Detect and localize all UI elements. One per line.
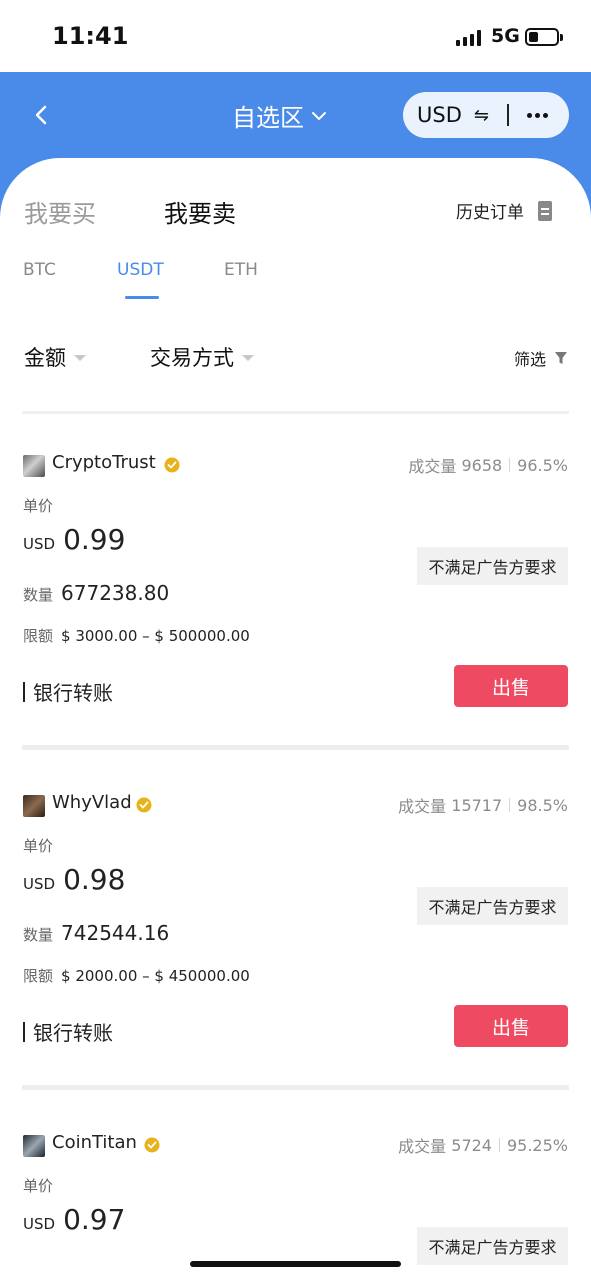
limit-value: $ 2000.00 – $ 450000.00: [61, 967, 250, 985]
requirement-tag: 不满足广告方要求: [417, 1227, 568, 1265]
status-bar: 11:41 5G: [0, 0, 591, 72]
volume-value: 15717: [451, 795, 503, 815]
quantity-value: 677238.80: [61, 581, 170, 605]
merchant-stats: 成交量 5724 95.25%: [398, 1135, 568, 1157]
tab-eth[interactable]: ETH: [224, 260, 258, 280]
card-divider: [22, 1085, 569, 1090]
signal-icon: [456, 30, 482, 46]
volume-value: 5724: [451, 1135, 492, 1155]
price-value: 0.98: [63, 863, 126, 896]
quantity-label: 数量: [23, 926, 54, 944]
filter-divider: [22, 411, 569, 414]
price-label: 单价: [23, 497, 54, 515]
payment-label: 银行转账: [33, 681, 113, 705]
requirement-tag: 不满足广告方要求: [417, 547, 568, 585]
card-divider: [22, 745, 569, 750]
completion-rate: 96.5%: [517, 455, 568, 475]
more-icon[interactable]: [526, 112, 548, 118]
merchant-name[interactable]: WhyVlad: [52, 792, 132, 813]
caret-down-icon: [74, 355, 86, 361]
price-currency: USD: [23, 875, 56, 893]
quantity-row: 数量 677238.80: [23, 581, 169, 605]
tab-usdt[interactable]: USDT: [117, 260, 164, 280]
swap-icon[interactable]: ⇋: [474, 105, 489, 126]
active-tab-indicator: [125, 296, 159, 299]
price-value: 0.99: [63, 523, 126, 556]
funnel-icon: [555, 352, 568, 364]
filter-amount[interactable]: 金额: [24, 342, 86, 372]
listing-card: CryptoTrust 成交量 9658 96.5% 单价 USD 0.99 不…: [0, 452, 591, 795]
volume-label: 成交量: [398, 797, 447, 816]
price-value: 0.97: [63, 1203, 126, 1236]
listing-card: CoinTitan 成交量 5724 95.25% 单价 USD 0.97 不满…: [0, 1135, 591, 1280]
payment-method: 银行转账: [23, 677, 113, 706]
price-label: 单价: [23, 1177, 54, 1195]
limit-value: $ 3000.00 – $ 500000.00: [61, 627, 250, 645]
requirement-tag: 不满足广告方要求: [417, 887, 568, 925]
verified-badge-icon: [136, 797, 152, 813]
completion-rate: 95.25%: [506, 1135, 568, 1155]
limit-label: 限额: [23, 627, 54, 645]
price-currency: USD: [23, 535, 56, 553]
volume-label: 成交量: [408, 457, 457, 476]
pill-divider: [506, 104, 509, 126]
nav-title: 自选区: [232, 104, 304, 132]
merchant-name[interactable]: CryptoTrust: [52, 452, 156, 473]
price-label: 单价: [23, 837, 54, 855]
tab-sell[interactable]: 我要卖: [164, 194, 236, 229]
currency-selector[interactable]: USD: [417, 103, 462, 127]
sell-button[interactable]: 出售: [454, 665, 568, 707]
merchant-name[interactable]: CoinTitan: [52, 1135, 137, 1153]
filter-label: 筛选: [514, 350, 547, 369]
history-label: 历史订单: [456, 203, 524, 223]
payment-method: 银行转账: [23, 1017, 113, 1046]
avatar: [23, 455, 45, 477]
back-icon[interactable]: [32, 104, 50, 126]
filter-method-label: 交易方式: [150, 346, 234, 370]
tab-buy[interactable]: 我要买: [24, 194, 96, 229]
payment-marker: [23, 681, 25, 702]
merchant-stats: 成交量 9658 96.5%: [408, 453, 568, 477]
listing-card: WhyVlad 成交量 15717 98.5% 单价 USD 0.98 不满足广…: [0, 792, 591, 1135]
price-currency: USD: [23, 1215, 56, 1233]
sell-button[interactable]: 出售: [454, 1005, 568, 1047]
history-orders-link[interactable]: 历史订单: [456, 198, 552, 223]
quantity-row: 数量 742544.16: [23, 921, 169, 945]
home-indicator[interactable]: [190, 1261, 401, 1267]
battery-level: [529, 32, 539, 42]
caret-down-icon: [242, 355, 254, 361]
volume-label: 成交量: [398, 1137, 447, 1156]
payment-label: 银行转账: [33, 1021, 113, 1045]
limit-label: 限额: [23, 967, 54, 985]
volume-value: 9658: [461, 455, 503, 475]
avatar: [23, 1135, 45, 1157]
verified-badge-icon: [144, 1137, 160, 1153]
limit-row: 限额 $ 2000.00 – $ 450000.00: [23, 965, 250, 986]
chevron-down-icon: [312, 111, 326, 120]
price-row: USD 0.98: [23, 863, 125, 896]
battery-icon: [525, 28, 563, 46]
filter-amount-label: 金额: [24, 346, 66, 370]
completion-rate: 98.5%: [517, 795, 568, 815]
filter-button[interactable]: 筛选: [514, 346, 568, 370]
limit-row: 限额 $ 3000.00 – $ 500000.00: [23, 625, 250, 646]
avatar: [23, 795, 45, 817]
price-row: USD 0.99: [23, 523, 125, 556]
payment-marker: [23, 1021, 25, 1042]
tab-btc[interactable]: BTC: [23, 260, 56, 280]
quantity-value: 742544.16: [61, 921, 170, 945]
zone-selector[interactable]: 自选区: [232, 98, 328, 133]
merchant-stats: 成交量 15717 98.5%: [398, 793, 568, 817]
quantity-label: 数量: [23, 586, 54, 604]
status-time: 11:41: [52, 22, 129, 50]
verified-badge-icon: [164, 457, 180, 473]
price-row: USD 0.97: [23, 1203, 125, 1236]
nav-pill: USD ⇋: [403, 92, 569, 138]
document-icon: [538, 200, 552, 221]
network-label: 5G: [491, 25, 520, 47]
filter-payment-method[interactable]: 交易方式: [150, 342, 254, 372]
